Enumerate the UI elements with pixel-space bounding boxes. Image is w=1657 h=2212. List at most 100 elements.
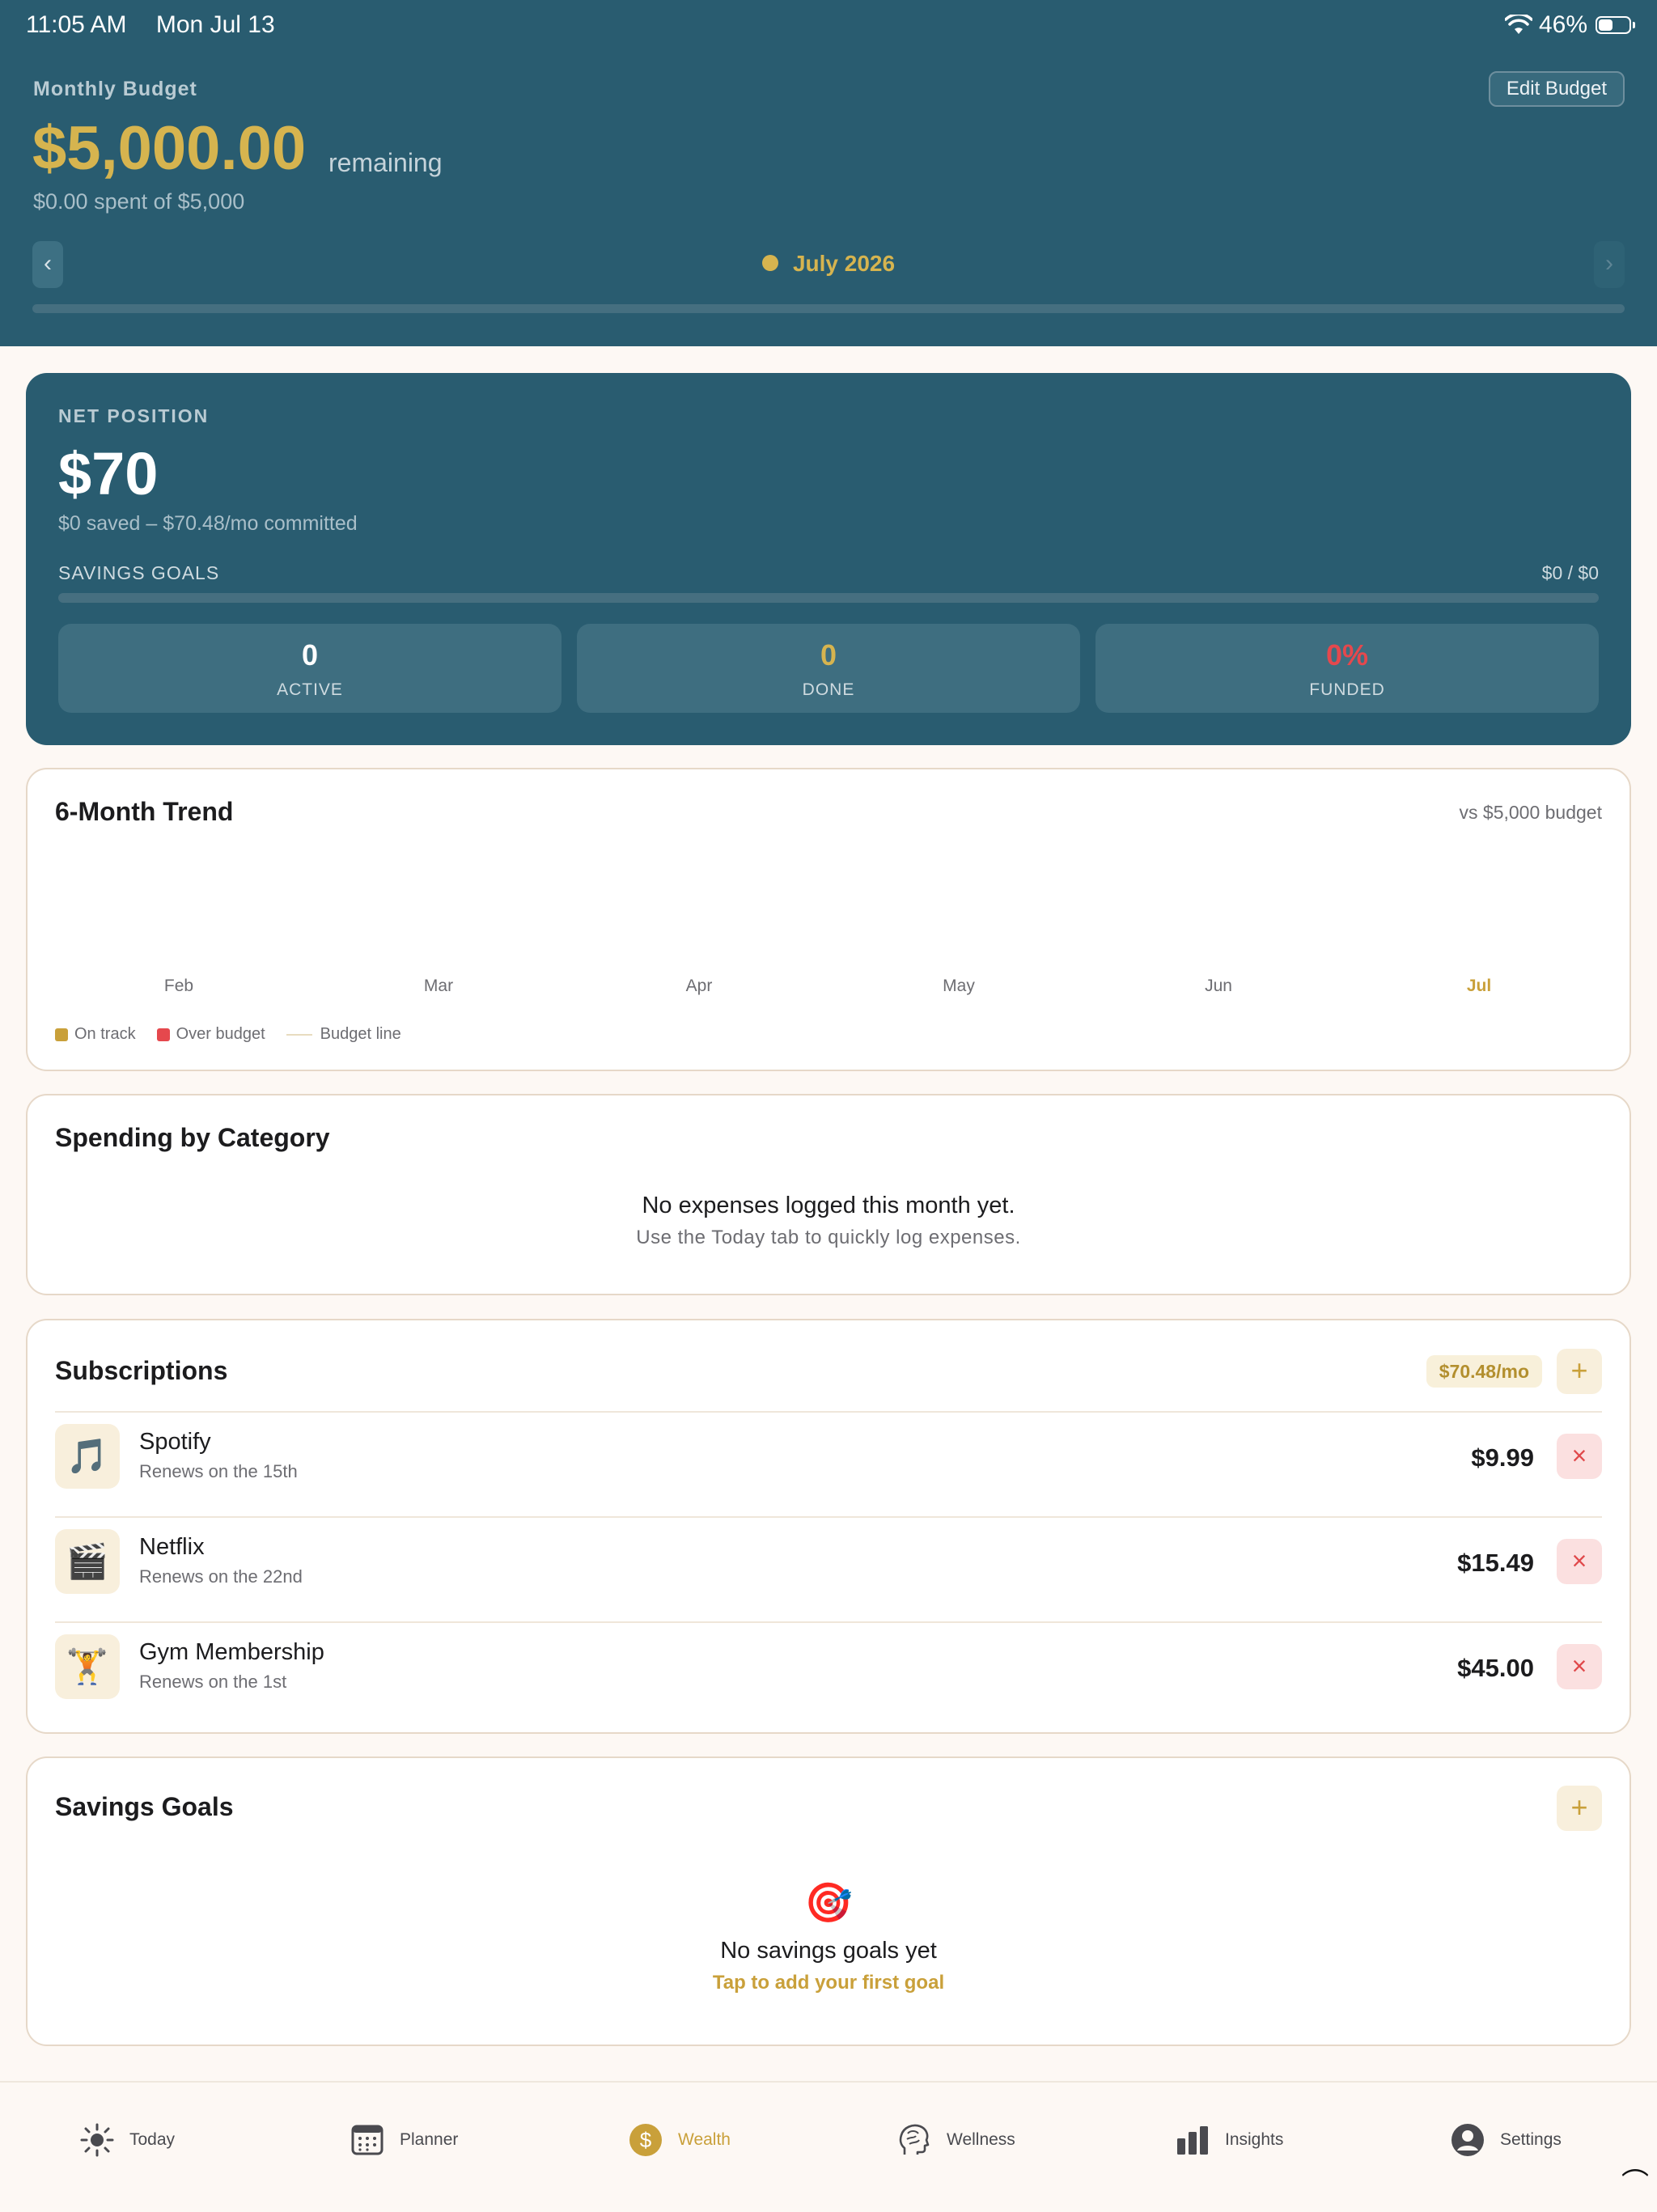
trend-month-label-current: Jul — [1466, 977, 1492, 995]
net-position-value: $70 — [58, 440, 159, 507]
stat-funded-label: FUNDED — [1309, 680, 1385, 699]
delete-subscription-button[interactable]: × — [1557, 1644, 1602, 1689]
stat-active-label: ACTIVE — [277, 680, 343, 699]
stat-done-label: DONE — [802, 680, 855, 699]
status-bar: 11:05 AM Mon Jul 13 46% — [26, 11, 1635, 44]
tab-bar: Today Planner $ Wealth Wellness Insights… — [0, 2081, 1657, 2212]
subscription-renewal: Renews on the 1st — [139, 1672, 287, 1692]
budget-remaining-amount: $5,000.00 — [32, 114, 307, 183]
net-position-summary: $0 saved – $70.48/mo committed — [58, 512, 358, 535]
subscription-row[interactable]: 🎬 Netflix Renews on the 22nd $15.49 × — [55, 1516, 1602, 1623]
brain-head-icon — [899, 2124, 930, 2155]
trend-legend: On track Over budget Budget line — [55, 1025, 422, 1044]
stat-funded-percent: 0% — [1325, 638, 1369, 672]
legend-label: Budget line — [320, 1025, 401, 1043]
legend-swatch — [156, 1028, 170, 1041]
stat-done-count: 0 — [820, 638, 837, 672]
savings-goals-card: Savings Goals + 🎯 No savings goals yet T… — [26, 1756, 1631, 2046]
tab-wellness[interactable]: Wellness — [896, 2120, 1015, 2160]
tab-today[interactable]: Today — [79, 2120, 175, 2160]
tab-label: Wellness — [947, 2130, 1015, 2149]
subscriptions-total-badge: $70.48/mo — [1426, 1355, 1542, 1388]
net-position-label: NET POSITION — [58, 405, 210, 426]
spending-by-category-card: Spending by Category No expenses logged … — [26, 1094, 1631, 1295]
stat-funded: 0% FUNDED — [1095, 624, 1599, 713]
stat-active-count: 0 — [301, 638, 319, 672]
legend-budget-line: Budget line — [286, 1025, 401, 1044]
current-month: July 2026 — [0, 251, 1657, 277]
subscription-name: Spotify — [139, 1429, 211, 1455]
svg-text:$: $ — [640, 2128, 652, 2152]
tab-planner[interactable]: Planner — [350, 2120, 458, 2160]
legend-label: On track — [74, 1025, 136, 1043]
dollar-coin-icon: $ — [629, 2124, 662, 2156]
subscriptions-card: Subscriptions $70.48/mo + 🎵 Spotify Rene… — [26, 1319, 1631, 1734]
savings-goals-title: Savings Goals — [55, 1792, 234, 1821]
stat-done: 0 DONE — [577, 624, 1080, 713]
trend-budget-note: vs $5,000 budget — [1459, 802, 1602, 823]
status-date: Mon Jul 13 — [155, 11, 275, 38]
delete-subscription-button[interactable]: × — [1557, 1539, 1602, 1584]
battery-fill — [1599, 19, 1613, 31]
trend-month-label: Apr — [685, 977, 713, 995]
trend-month-label: May — [943, 977, 975, 995]
next-month-button[interactable]: › — [1594, 241, 1625, 288]
add-subscription-button[interactable]: + — [1557, 1349, 1602, 1394]
legend-label: Over budget — [176, 1025, 265, 1043]
tab-label: Wealth — [678, 2130, 731, 2149]
legend-line-swatch — [286, 1033, 312, 1036]
savings-goals-label: SAVINGS GOALS — [58, 562, 220, 583]
subscription-name: Gym Membership — [139, 1639, 324, 1665]
trend-title: 6-Month Trend — [55, 797, 234, 826]
subscription-price: $45.00 — [1457, 1654, 1534, 1682]
battery-percent: 46% — [1538, 11, 1587, 38]
edit-budget-button[interactable]: Edit Budget — [1488, 71, 1625, 107]
tab-wealth[interactable]: $ Wealth — [628, 2120, 731, 2160]
savings-goals-progress-bar — [58, 593, 1599, 603]
tab-label: Planner — [400, 2130, 459, 2149]
budget-spent-summary: $0.00 spent of $5,000 — [33, 189, 245, 214]
tab-settings[interactable]: Settings — [1450, 2120, 1562, 2160]
music-note-icon: 🎵 — [55, 1424, 120, 1489]
net-position-card: NET POSITION $70 $0 saved – $70.48/mo co… — [26, 373, 1631, 745]
legend-swatch — [55, 1028, 68, 1041]
month-progress-bar — [32, 304, 1625, 313]
subscriptions-title: Subscriptions — [55, 1356, 228, 1385]
subscription-name: Netflix — [139, 1534, 205, 1560]
budget-label: Monthly Budget — [33, 78, 197, 100]
spending-empty-title: No expenses logged this month yet. — [642, 1193, 1015, 1218]
tab-insights[interactable]: Insights — [1175, 2120, 1283, 2160]
tab-label: Today — [129, 2130, 176, 2149]
trend-month-label: Jun — [1205, 977, 1232, 995]
legend-on-track: On track — [55, 1025, 136, 1044]
subscription-row[interactable]: 🏋 Gym Membership Renews on the 1st $45.0… — [55, 1621, 1602, 1728]
tab-label: Settings — [1500, 2130, 1562, 2149]
wifi-icon — [1504, 15, 1532, 34]
legend-over-budget: Over budget — [156, 1025, 265, 1044]
subscription-row[interactable]: 🎵 Spotify Renews on the 15th $9.99 × — [55, 1411, 1602, 1518]
budget-header: 11:05 AM Mon Jul 13 46% Monthly Budget E… — [0, 0, 1657, 346]
add-goal-button[interactable]: + — [1557, 1786, 1602, 1831]
delete-subscription-button[interactable]: × — [1557, 1434, 1602, 1479]
subscription-price: $9.99 — [1471, 1443, 1534, 1472]
bar-chart-icon — [1177, 2126, 1208, 2155]
month-dot-icon — [761, 254, 778, 271]
sun-icon — [80, 2123, 114, 2157]
battery-icon — [1596, 16, 1635, 34]
trend-month-label: Feb — [163, 977, 194, 995]
calendar-icon — [351, 2125, 384, 2155]
stat-active: 0 ACTIVE — [58, 624, 562, 713]
corner-curve-icon: ⌒ — [1621, 2168, 1649, 2199]
spending-title: Spending by Category — [55, 1123, 330, 1152]
person-circle-icon — [1451, 2124, 1484, 2156]
goals-empty-title: No savings goals yet — [720, 1938, 937, 1964]
savings-goals-total: $0 / $0 — [1541, 562, 1599, 583]
current-month-label: July 2026 — [792, 251, 896, 276]
target-icon: 🎯 — [804, 1882, 853, 1925]
subscription-renewal: Renews on the 15th — [139, 1461, 298, 1481]
clapper-board-icon: 🎬 — [55, 1529, 120, 1594]
trend-card: 6-Month Trend vs $5,000 budget Feb Mar A… — [26, 768, 1631, 1071]
add-first-goal-link[interactable]: Tap to add your first goal — [28, 1972, 1629, 1994]
status-time: 11:05 AM — [26, 11, 127, 38]
spending-empty-hint: Use the Today tab to quickly log expense… — [636, 1227, 1021, 1248]
